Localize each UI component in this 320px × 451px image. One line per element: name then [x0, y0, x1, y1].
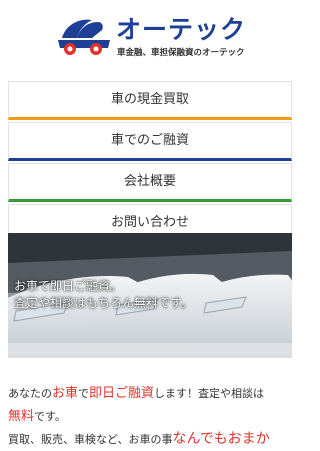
intro-text-segment: します！査定や相談は: [154, 387, 265, 400]
intro-text-segment: 買取、販売、車検など、お車の事: [8, 433, 173, 446]
hero-banner: お車で即日ご融資。 査定や相談はもちろん無料です。: [8, 233, 292, 358]
intro-text-segment: あなたの: [8, 387, 52, 400]
intro-highlight-car: お車: [52, 386, 79, 401]
site-header: オーテック 車金融、車担保融資のオーテック: [0, 0, 300, 72]
intro-highlight-free: 無料: [8, 409, 35, 424]
hero-line-1: お車で即日ご融資。: [14, 279, 123, 293]
nav-item-car-loan[interactable]: 車でのご融資: [8, 122, 292, 161]
intro-line-1: あなたのお車で即日ご融資します！査定や相談は: [8, 382, 300, 405]
intro-text-segment: で: [78, 387, 90, 400]
logo-tagline: 車金融、車担保融資のオーテック: [117, 48, 245, 58]
intro-line-2: 無料です。: [8, 405, 300, 428]
hero-line-2: 査定や相談はもちろん無料です。: [14, 296, 193, 310]
intro-highlight-anything: なんでもおまか: [172, 431, 270, 447]
intro-text-segment: です。: [34, 410, 66, 423]
intro-text: あなたのお車で即日ご融資します！査定や相談は 無料です。 買取、販売、車検など、…: [8, 382, 300, 451]
car-logo-icon[interactable]: [56, 16, 112, 58]
nav-item-cash-purchase[interactable]: 車の現金買取: [8, 81, 292, 120]
main-nav: 車の現金買取 車でのご融資 会社概要 お問い合わせ: [8, 81, 292, 245]
intro-highlight-loan: 即日ご融資: [89, 386, 155, 401]
hero-caption: お車で即日ご融資。 査定や相談はもちろん無料です。: [14, 278, 193, 312]
nav-item-company-profile[interactable]: 会社概要: [8, 163, 292, 202]
logo-text[interactable]: オーテック: [116, 10, 246, 46]
